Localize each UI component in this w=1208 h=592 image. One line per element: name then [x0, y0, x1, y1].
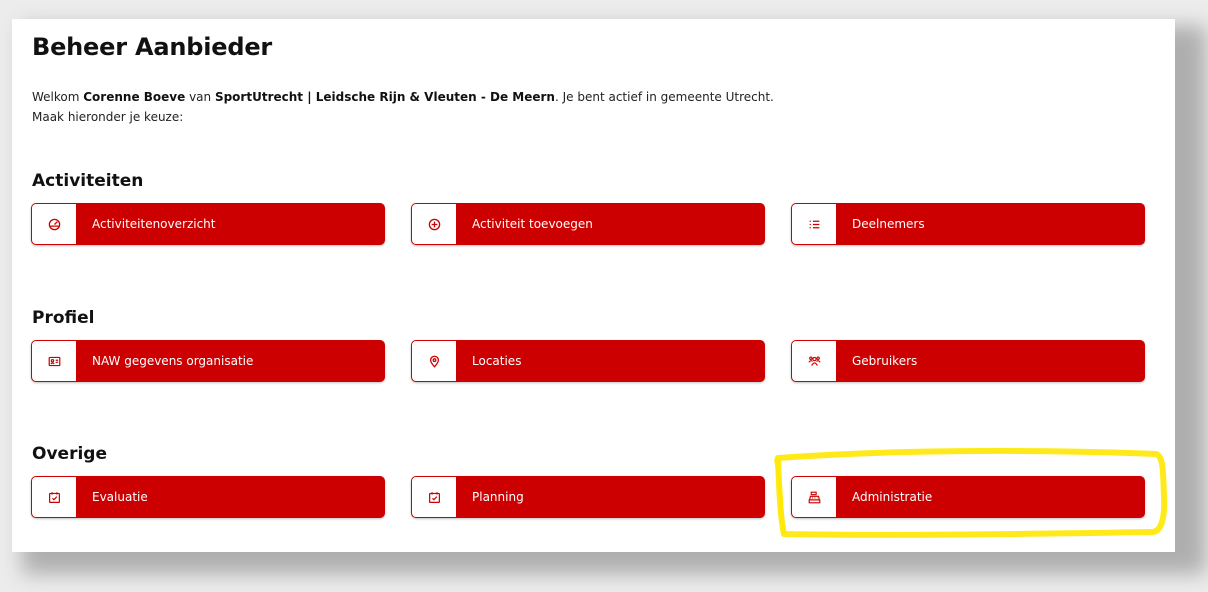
list-icon — [792, 204, 836, 244]
plus-circle-icon — [412, 204, 456, 244]
planning-button[interactable]: Planning — [411, 476, 765, 518]
welcome-prefix: Welkom — [32, 90, 84, 104]
administratie-button[interactable]: Administratie — [791, 476, 1145, 518]
calendar-check-icon — [412, 477, 456, 517]
activiteitenoverzicht-button[interactable]: Activiteitenoverzicht — [31, 203, 385, 245]
calendar-check-icon — [32, 477, 76, 517]
welcome-suffix: . Je bent actief in gemeente Utrecht. — [554, 90, 774, 104]
map-pin-icon — [412, 341, 456, 381]
section-title-activiteiten: Activiteiten — [32, 171, 144, 191]
deelnemers-button[interactable]: Deelnemers — [791, 203, 1145, 245]
gebruikers-label: Gebruikers — [852, 354, 918, 368]
naw-gegevens-button[interactable]: NAW gegevens organisatie — [31, 340, 385, 382]
welcome-middle: van — [185, 90, 215, 104]
page-title: Beheer Aanbieder — [32, 33, 273, 61]
locaties-button[interactable]: Locaties — [411, 340, 765, 382]
deelnemers-label: Deelnemers — [852, 217, 925, 231]
user-name: Corenne Boeve — [83, 90, 186, 104]
administratie-label: Administratie — [852, 490, 933, 504]
evaluatie-button[interactable]: Evaluatie — [31, 476, 385, 518]
section-title-profiel: Profiel — [32, 308, 95, 328]
users-icon — [792, 341, 836, 381]
gebruikers-button[interactable]: Gebruikers — [791, 340, 1145, 382]
id-card-icon — [32, 341, 76, 381]
activiteit-toevoegen-button[interactable]: Activiteit toevoegen — [411, 203, 765, 245]
organisation-name: SportUtrecht | Leidsche Rijn & Vleuten -… — [214, 90, 555, 104]
page-card: Beheer Aanbieder Welkom Corenne Boeve va… — [12, 19, 1175, 552]
intro-text: Welkom Corenne Boeve van SportUtrecht | … — [32, 87, 774, 127]
activiteit-toevoegen-label: Activiteit toevoegen — [472, 217, 593, 231]
instruction-text: Maak hieronder je keuze: — [32, 110, 184, 124]
locaties-label: Locaties — [472, 354, 522, 368]
naw-gegevens-label: NAW gegevens organisatie — [92, 354, 254, 368]
section-title-overige: Overige — [32, 444, 107, 464]
planning-label: Planning — [472, 490, 524, 504]
activiteitenoverzicht-label: Activiteitenoverzicht — [92, 217, 216, 231]
evaluatie-label: Evaluatie — [92, 490, 148, 504]
cash-register-icon — [792, 477, 836, 517]
dashboard-icon — [32, 204, 76, 244]
